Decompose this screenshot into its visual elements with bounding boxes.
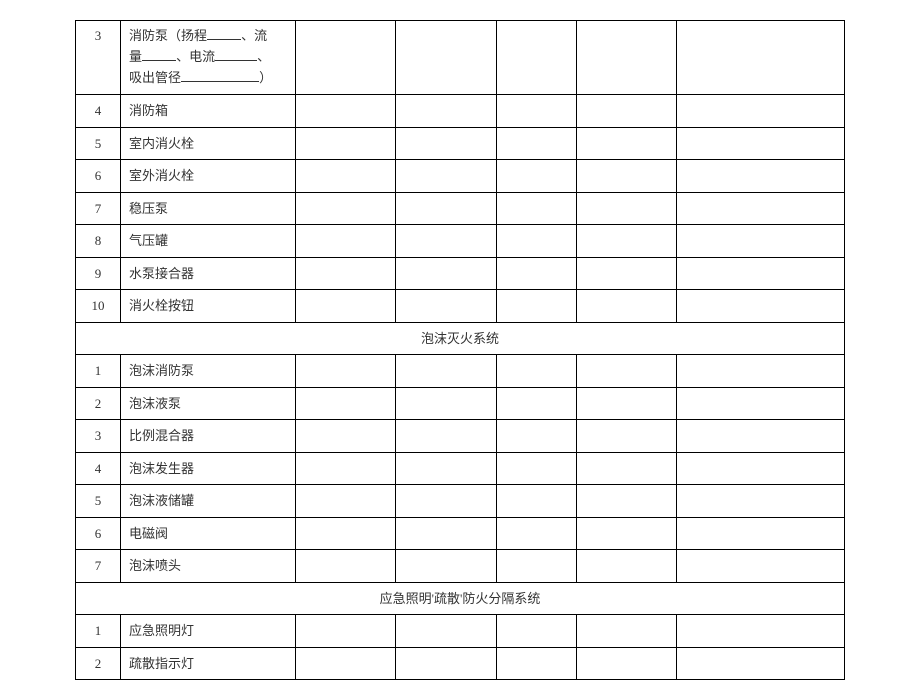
- row-num: 1: [76, 615, 121, 648]
- table-row: 2 疏散指示灯: [76, 647, 845, 680]
- section-header-foam: 泡沫灭火系统: [76, 322, 845, 355]
- row-num: 9: [76, 257, 121, 290]
- row-name: 消火栓按钮: [121, 290, 296, 323]
- table-row: 1 泡沫消防泵: [76, 355, 845, 388]
- row-num: 5: [76, 485, 121, 518]
- row-num: 1: [76, 355, 121, 388]
- row-name: 电磁阀: [121, 517, 296, 550]
- section-title: 应急照明'疏散'防火分隔系统: [76, 582, 845, 615]
- row-name: 消防泵（扬程、流 量、电流、 吸出管径）: [121, 21, 296, 95]
- table-row: 2 泡沫液泵: [76, 387, 845, 420]
- row-num: 3: [76, 21, 121, 95]
- section-title: 泡沫灭火系统: [76, 322, 845, 355]
- table-row: 7 泡沫喷头: [76, 550, 845, 583]
- table-row: 4 泡沫发生器: [76, 452, 845, 485]
- row-num: 2: [76, 387, 121, 420]
- table-row: 10 消火栓按钮: [76, 290, 845, 323]
- row-name: 泡沫发生器: [121, 452, 296, 485]
- row-name: 泡沫消防泵: [121, 355, 296, 388]
- row-name: 水泵接合器: [121, 257, 296, 290]
- row-num: 10: [76, 290, 121, 323]
- row-num: 2: [76, 647, 121, 680]
- row-num: 7: [76, 550, 121, 583]
- table-row: 5 室内消火栓: [76, 127, 845, 160]
- table-row: 1 应急照明灯: [76, 615, 845, 648]
- table-row: 6 室外消火栓: [76, 160, 845, 193]
- row-name: 稳压泵: [121, 192, 296, 225]
- row-num: 5: [76, 127, 121, 160]
- table-row: 3 消防泵（扬程、流 量、电流、 吸出管径）: [76, 21, 845, 95]
- equipment-table: 3 消防泵（扬程、流 量、电流、 吸出管径） 4 消防箱 5 室内消火栓 6 室…: [75, 20, 845, 680]
- row-name: 泡沫液储罐: [121, 485, 296, 518]
- table-row: 9 水泵接合器: [76, 257, 845, 290]
- row-name: 泡沫喷头: [121, 550, 296, 583]
- row-name: 消防箱: [121, 95, 296, 128]
- row-name: 应急照明灯: [121, 615, 296, 648]
- row-num: 3: [76, 420, 121, 453]
- row-num: 8: [76, 225, 121, 258]
- table-row: 4 消防箱: [76, 95, 845, 128]
- section-header-emergency: 应急照明'疏散'防火分隔系统: [76, 582, 845, 615]
- row-name: 室内消火栓: [121, 127, 296, 160]
- row-num: 4: [76, 95, 121, 128]
- row-name: 泡沫液泵: [121, 387, 296, 420]
- row-num: 7: [76, 192, 121, 225]
- row-num: 6: [76, 160, 121, 193]
- row-name: 气压罐: [121, 225, 296, 258]
- table-row: 7 稳压泵: [76, 192, 845, 225]
- table-row: 6 电磁阀: [76, 517, 845, 550]
- row-name: 比例混合器: [121, 420, 296, 453]
- row-name: 疏散指示灯: [121, 647, 296, 680]
- row-num: 4: [76, 452, 121, 485]
- row-num: 6: [76, 517, 121, 550]
- row-name: 室外消火栓: [121, 160, 296, 193]
- table-row: 8 气压罐: [76, 225, 845, 258]
- table-row: 3 比例混合器: [76, 420, 845, 453]
- table-row: 5 泡沫液储罐: [76, 485, 845, 518]
